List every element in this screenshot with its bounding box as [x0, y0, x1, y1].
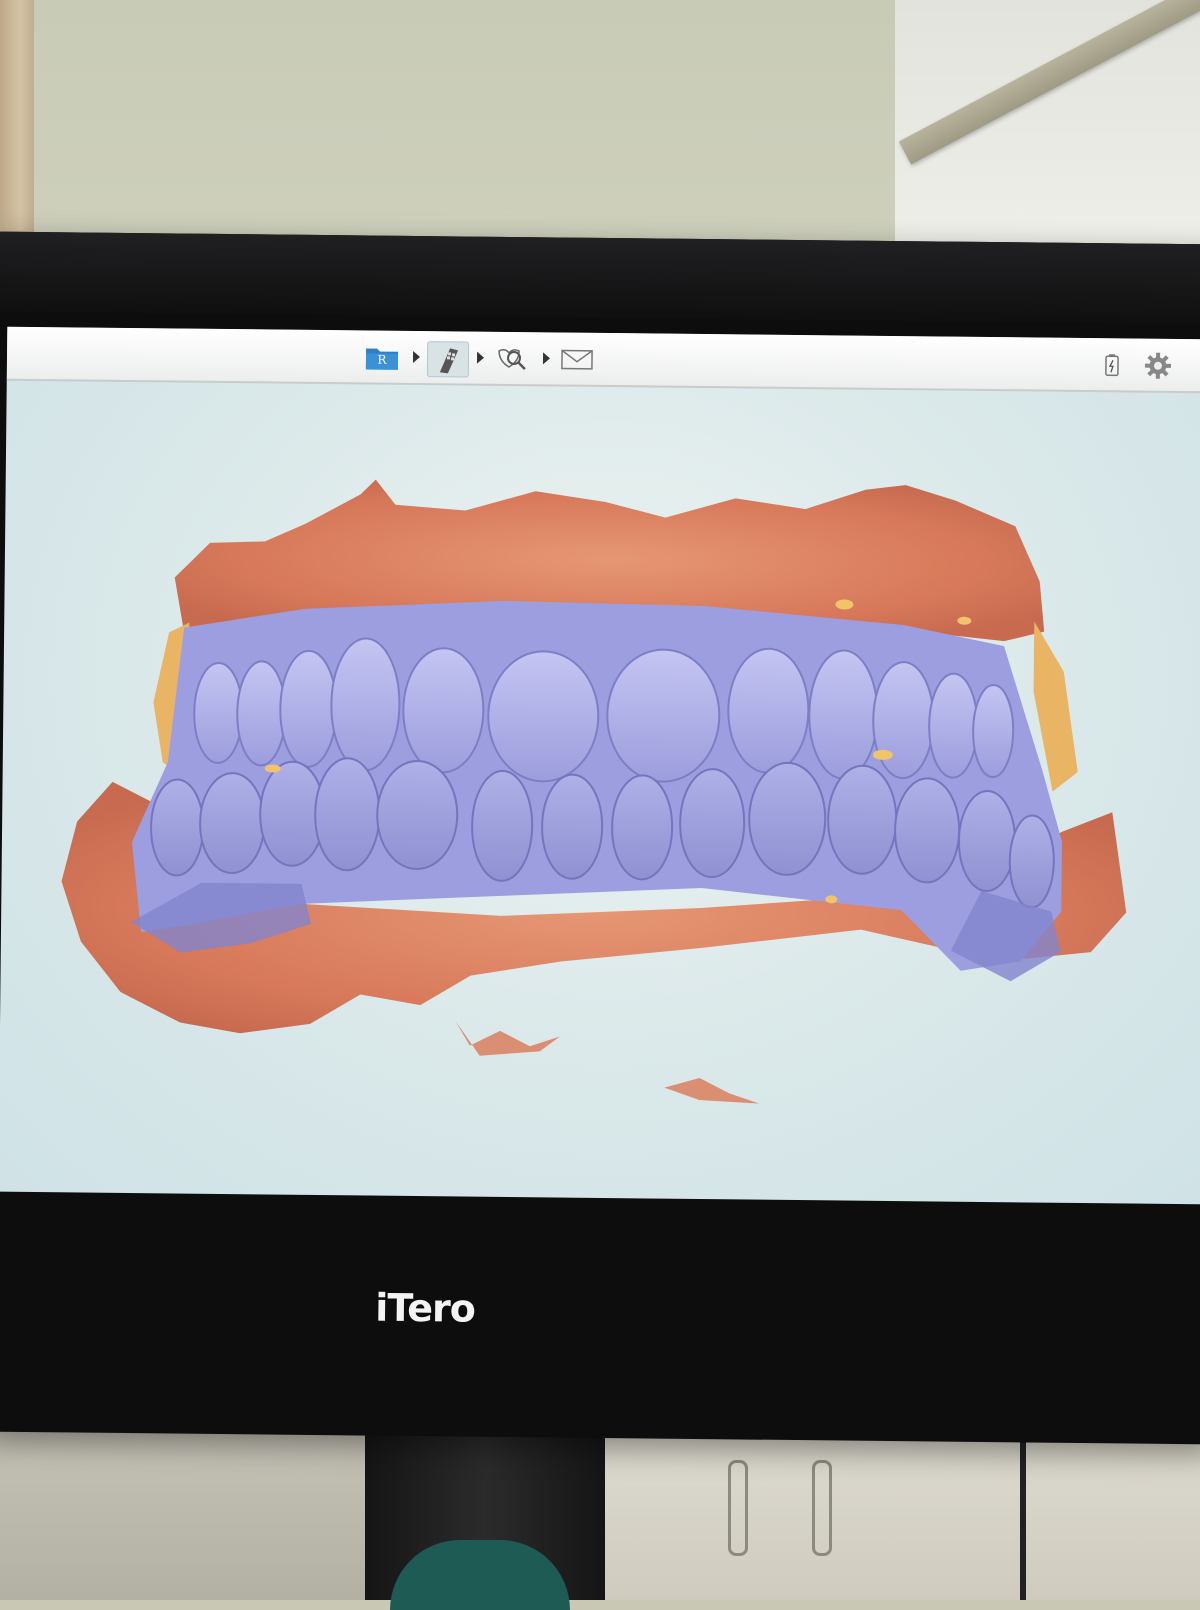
workflow-step-view[interactable] [492, 342, 532, 376]
bezel [0, 231, 1200, 325]
scanner-wand-icon [439, 348, 459, 374]
scan-viewport[interactable] [0, 381, 1200, 1205]
workflow-step-send[interactable] [557, 342, 597, 376]
scan-fragment [664, 1078, 760, 1104]
chevron-right-icon [476, 351, 485, 364]
folder-letter: R [377, 352, 387, 367]
battery-status[interactable] [1097, 350, 1127, 380]
battery-icon [1105, 354, 1119, 377]
cabinet-handle [812, 1460, 832, 1556]
magnify-view-icon [498, 349, 526, 371]
dental-scan-model [61, 479, 1127, 1104]
brand-logo: iTero [375, 1285, 476, 1331]
gear-icon [1144, 352, 1171, 379]
chevron-right-icon [542, 352, 551, 365]
cabinet [600, 1425, 1200, 1600]
chevron-right-icon [412, 350, 421, 364]
screen: R [0, 326, 1200, 1205]
cabinet-handle [728, 1460, 748, 1556]
envelope-icon [561, 349, 593, 370]
door-frame [0, 0, 34, 270]
settings-button[interactable] [1143, 351, 1173, 381]
workflow-step-scan[interactable] [426, 341, 470, 378]
workflow-step-rx[interactable]: R [362, 340, 402, 374]
scan-fragment [455, 1020, 560, 1056]
monitor: R iTero [0, 231, 1200, 1445]
cable [1020, 1420, 1026, 1600]
